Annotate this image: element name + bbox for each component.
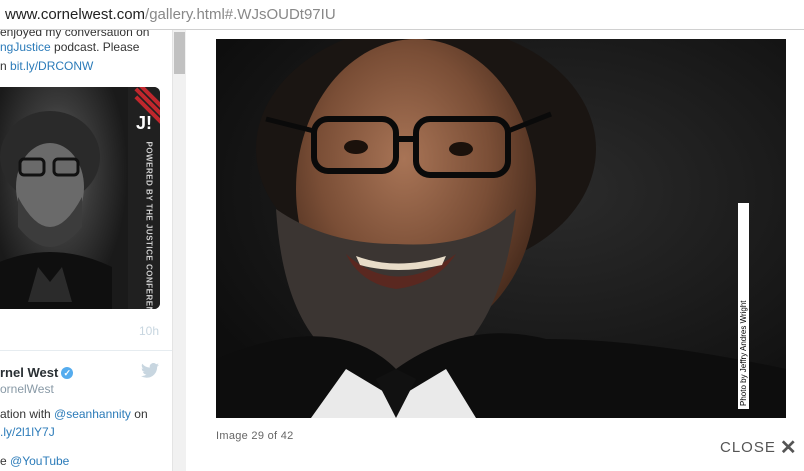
close-button[interactable]: CLOSE ✕ bbox=[720, 435, 798, 460]
card-logo: J! bbox=[135, 113, 152, 133]
scrollbar-thumb[interactable] bbox=[174, 32, 185, 74]
tweet-author-handle[interactable]: ornelWest bbox=[0, 382, 54, 396]
image-counter: Image 29 of 42 bbox=[216, 430, 294, 442]
media-portrait bbox=[0, 87, 128, 309]
tweet-url-link[interactable]: .ly/2l1lY7J bbox=[0, 425, 55, 439]
tweet-line: ation with @seanhannity on bbox=[0, 407, 148, 421]
tweet-line: enjoyed my conversation on bbox=[0, 30, 150, 39]
author-name-text: rnel West bbox=[0, 365, 59, 380]
gallery-lightbox: Photo by Jeffry Andres Wright Image 29 o… bbox=[186, 30, 804, 471]
card-vertical-text: POWERED BY THE JUSTICE CONFERENCE bbox=[144, 141, 154, 310]
divider bbox=[0, 350, 172, 351]
twitter-feed: enjoyed my conversation on ngJustice pod… bbox=[0, 30, 172, 471]
tweet-line: n bit.ly/DRCONW bbox=[0, 59, 93, 73]
tweet-author-name[interactable]: rnel West ✓ bbox=[0, 365, 74, 380]
portrait-illustration bbox=[216, 39, 786, 418]
tweet-media-card[interactable]: J! POWERED BY THE JUSTICE CONFERENCE bbox=[0, 87, 160, 309]
gallery-photo[interactable] bbox=[216, 39, 786, 418]
url-text[interactable]: www.cornelwest.com/gallery.html#.WJsOUDt… bbox=[5, 6, 336, 23]
twitter-scrollbar[interactable] bbox=[172, 30, 186, 471]
tweet-text: n bbox=[0, 59, 11, 73]
twitter-bird-icon[interactable] bbox=[141, 363, 159, 378]
tweet-text: on bbox=[130, 407, 148, 421]
tweet-line: ngJustice podcast. Please bbox=[0, 40, 139, 54]
mention-link[interactable]: @seanhannity bbox=[54, 407, 131, 421]
hashtag-link[interactable]: ngJustice bbox=[0, 40, 51, 54]
close-label: CLOSE bbox=[720, 439, 776, 456]
tweet-timestamp[interactable]: 10h bbox=[139, 324, 159, 338]
tweet-line: .ly/2l1lY7J bbox=[0, 425, 55, 439]
tweet-text: e bbox=[0, 454, 11, 468]
url-host: www.cornelwest.com bbox=[5, 6, 146, 23]
close-icon: ✕ bbox=[779, 437, 798, 459]
address-bar[interactable]: www.cornelwest.com/gallery.html#.WJsOUDt… bbox=[0, 0, 804, 30]
mention-link[interactable]: @YouTube bbox=[10, 454, 69, 468]
tweet-text: podcast. Please bbox=[50, 40, 140, 54]
url-path: /gallery.html#.WJsOUDt97IU bbox=[145, 6, 336, 23]
tweet-url-link[interactable]: bit.ly/DRCONW bbox=[10, 59, 93, 73]
photo-credit: Photo by Jeffry Andres Wright bbox=[738, 203, 749, 409]
verified-icon: ✓ bbox=[61, 367, 74, 379]
tweet-line: e @YouTube bbox=[0, 454, 69, 468]
tweet-text: ation with bbox=[0, 407, 55, 421]
